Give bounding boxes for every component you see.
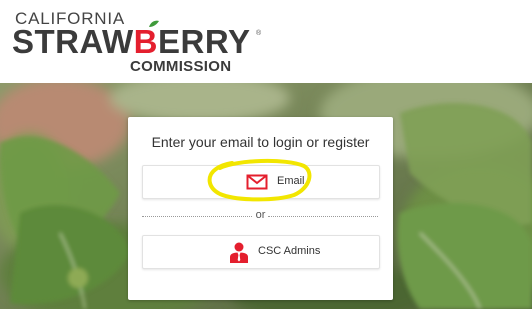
logo-strawberry-part2: ERRY [158, 23, 251, 60]
login-card: Enter your email to login or register Em… [128, 117, 393, 300]
csc-admins-button-label: CSC Admins [258, 245, 321, 257]
divider-line-right [268, 216, 378, 217]
csc-admins-login-button[interactable]: CSC Admins [142, 235, 380, 269]
email-button-label: Email [277, 175, 305, 187]
header: CALIFORNIA STRAWBERRY ® COMMISSION [0, 0, 532, 83]
email-login-button[interactable]: Email [142, 165, 380, 199]
divider-or-text: or [255, 209, 266, 221]
admin-person-icon [230, 242, 248, 263]
envelope-icon [246, 174, 268, 190]
logo-strawberry-text: STRAWBERRY [12, 24, 250, 60]
logo-commission-text: COMMISSION [130, 58, 232, 75]
logo-strawberry-part1: STRAW [12, 23, 134, 60]
logo-heart-b: B [133, 23, 159, 60]
login-prompt-title: Enter your email to login or register [151, 134, 370, 150]
login-page: CALIFORNIA STRAWBERRY ® COMMISSION Enter… [0, 0, 532, 309]
logo-registered-mark: ® [256, 30, 262, 37]
